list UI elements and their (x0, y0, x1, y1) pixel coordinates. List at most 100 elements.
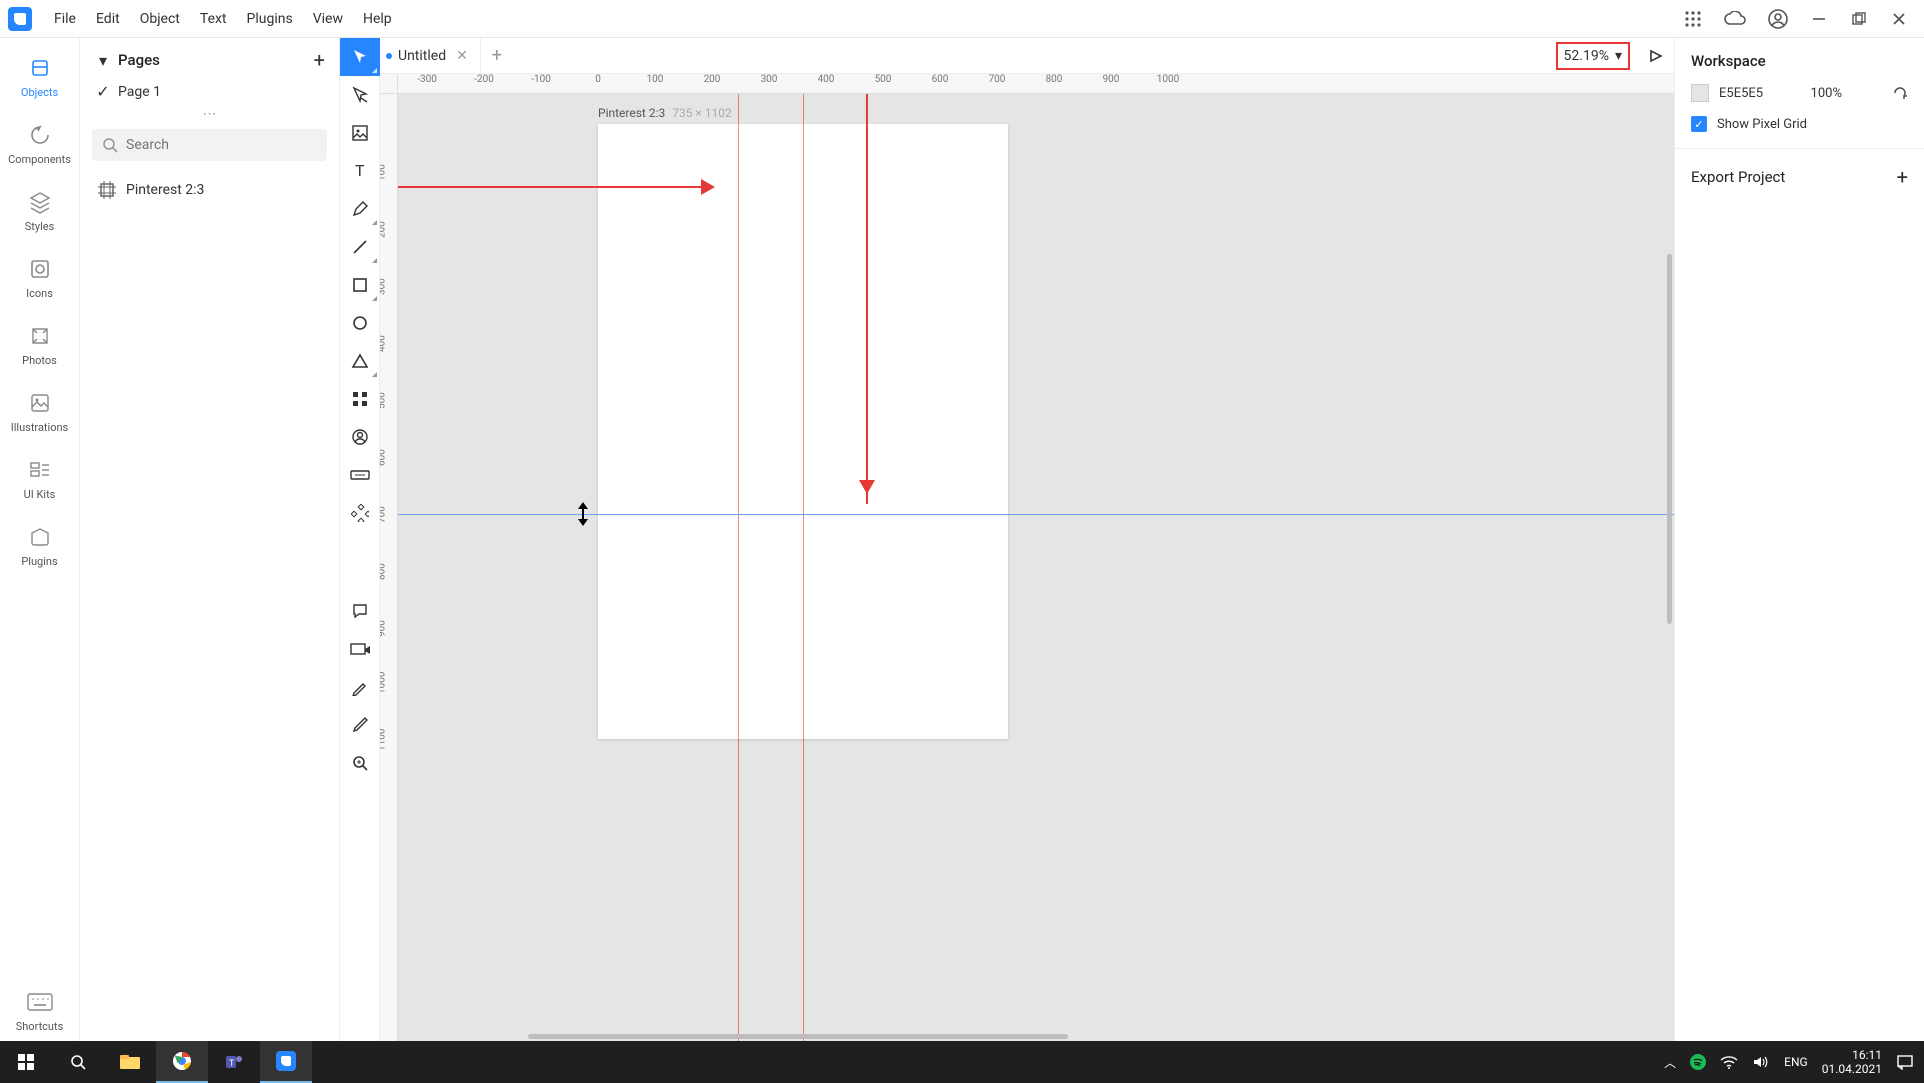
ruler-origin[interactable] (380, 74, 398, 94)
system-tray: ︿ ENG 16:11 01.04.2021 (1654, 1048, 1924, 1076)
taskbar-explorer[interactable] (104, 1041, 156, 1083)
components-icon (26, 121, 54, 149)
ruler-tick: 300 (761, 74, 778, 85)
taskbar-teams[interactable]: T (208, 1041, 260, 1083)
guide-vertical[interactable] (803, 94, 804, 1041)
pages-collapse-icon[interactable]: ▾ (94, 51, 112, 70)
text-tool[interactable]: T (340, 152, 380, 190)
rail-objects[interactable]: Objects (4, 46, 76, 107)
rail-illustrations[interactable]: Illustrations (4, 381, 76, 442)
add-page-button[interactable]: + (314, 48, 325, 72)
taskbar-search-button[interactable] (52, 1041, 104, 1083)
account-icon[interactable] (1768, 9, 1788, 29)
polygon-tool[interactable] (340, 342, 380, 380)
rectangle-tool[interactable] (340, 266, 380, 304)
pencil-tool[interactable] (340, 668, 380, 706)
annotation-arrow (866, 94, 868, 492)
refresh-icon[interactable] (1892, 85, 1908, 101)
move-tool[interactable] (340, 38, 380, 76)
rail-label: Photos (22, 354, 57, 367)
artboard-label[interactable]: Pinterest 2:3 735 × 1102 (598, 106, 732, 120)
objects-icon (26, 54, 54, 82)
menu-edit[interactable]: Edit (86, 5, 130, 33)
rail-styles[interactable]: Styles (4, 180, 76, 241)
taskbar-lunacy[interactable] (260, 1041, 312, 1083)
ellipse-tool[interactable] (340, 304, 380, 342)
menu-view[interactable]: View (303, 5, 353, 33)
rail-uikits[interactable]: UI Kits (4, 448, 76, 509)
zoom-tool[interactable] (340, 744, 380, 782)
notifications-icon[interactable] (1896, 1054, 1914, 1070)
eyedropper-tool[interactable] (340, 706, 380, 744)
avatar-tool[interactable] (340, 418, 380, 456)
rail-label: Plugins (21, 555, 57, 568)
window-minimize-button[interactable] (1810, 10, 1828, 28)
line-tool[interactable] (340, 228, 380, 266)
icon-shape-tool[interactable] (340, 494, 380, 532)
layer-item[interactable]: Pinterest 2:3 (80, 171, 339, 209)
ruler-horizontal[interactable]: -300-200-1000100200300400500600700800900… (398, 74, 1674, 94)
ruler-vertical[interactable]: 10020030040050060070080090010001100 (380, 94, 398, 1041)
rail-plugins[interactable]: Plugins (4, 515, 76, 576)
viewport[interactable]: -300-200-1000100200300400500600700800900… (380, 74, 1674, 1041)
tray-language[interactable]: ENG (1784, 1055, 1808, 1069)
plugins-icon (26, 523, 54, 551)
guide-vertical[interactable] (738, 94, 739, 1041)
rail-icons[interactable]: Icons (4, 247, 76, 308)
rail-components[interactable]: Components (4, 113, 76, 174)
window-maximize-button[interactable] (1850, 10, 1868, 28)
horizontal-scrollbar[interactable] (528, 1034, 1068, 1039)
search-input[interactable] (126, 137, 317, 153)
page-name: Page 1 (112, 84, 161, 100)
comment-tool[interactable] (340, 592, 380, 630)
zoom-dropdown[interactable]: 52.19% ▾ (1556, 42, 1630, 70)
component-tool[interactable] (340, 380, 380, 418)
left-rail: Objects Components Styles Icons Photos I… (0, 38, 80, 1041)
menu-help[interactable]: Help (353, 5, 402, 33)
pen-tool[interactable] (340, 190, 380, 228)
zoom-value: 52.19% (1564, 48, 1609, 64)
ruler-tick: 700 (989, 74, 1006, 85)
apps-grid-icon[interactable] (1684, 10, 1702, 28)
menu-text[interactable]: Text (190, 5, 237, 33)
add-export-button[interactable]: + (1897, 165, 1908, 189)
bg-opacity[interactable]: 100% (1811, 86, 1842, 101)
ruler-tick: 800 (1046, 74, 1063, 85)
image-tool[interactable] (340, 114, 380, 152)
volume-icon[interactable] (1752, 1055, 1770, 1069)
bg-color-swatch[interactable] (1691, 84, 1709, 102)
wifi-icon[interactable] (1720, 1055, 1738, 1069)
vertical-scrollbar[interactable] (1667, 254, 1672, 624)
panel-resize-handle[interactable]: ⋯ (80, 111, 339, 119)
export-label: Export Project (1691, 168, 1785, 186)
cloud-icon[interactable] (1724, 11, 1746, 27)
ruler-tick: 0 (595, 74, 601, 85)
ruler-tick: -200 (474, 74, 494, 85)
spotify-icon[interactable] (1690, 1054, 1706, 1070)
bg-color-hex[interactable]: E5E5E5 (1719, 86, 1763, 101)
tray-clock[interactable]: 16:11 01.04.2021 (1822, 1048, 1882, 1076)
taskbar-chrome[interactable] (156, 1041, 208, 1083)
start-button[interactable] (0, 1041, 52, 1083)
transform-tool[interactable] (340, 76, 380, 114)
layer-search[interactable] (92, 129, 327, 161)
preview-button[interactable] (1648, 49, 1662, 63)
pixel-grid-checkbox[interactable]: ✓ (1691, 116, 1707, 132)
pages-header: Pages (112, 51, 314, 69)
tray-chevron-icon[interactable]: ︿ (1664, 1054, 1676, 1071)
window-close-button[interactable] (1890, 10, 1908, 28)
rail-label: Icons (26, 287, 53, 300)
menu-file[interactable]: File (44, 5, 86, 33)
menu-plugins[interactable]: Plugins (237, 5, 303, 33)
menu-object[interactable]: Object (130, 5, 190, 33)
rail-shortcuts[interactable]: Shortcuts (4, 980, 76, 1041)
hotspot-tool[interactable] (340, 630, 380, 668)
new-tab-button[interactable]: + (481, 45, 513, 66)
button-tool[interactable] (340, 456, 380, 494)
rail-photos[interactable]: Photos (4, 314, 76, 375)
keyboard-icon (26, 988, 54, 1016)
tab-close-button[interactable]: ✕ (456, 48, 468, 64)
document-tab[interactable]: Untitled ✕ (380, 38, 481, 73)
tool-column: T (340, 38, 380, 1041)
layers-panel: ▾ Pages + ✓ Page 1 ⋯ Pinterest 2:3 (80, 38, 340, 1041)
